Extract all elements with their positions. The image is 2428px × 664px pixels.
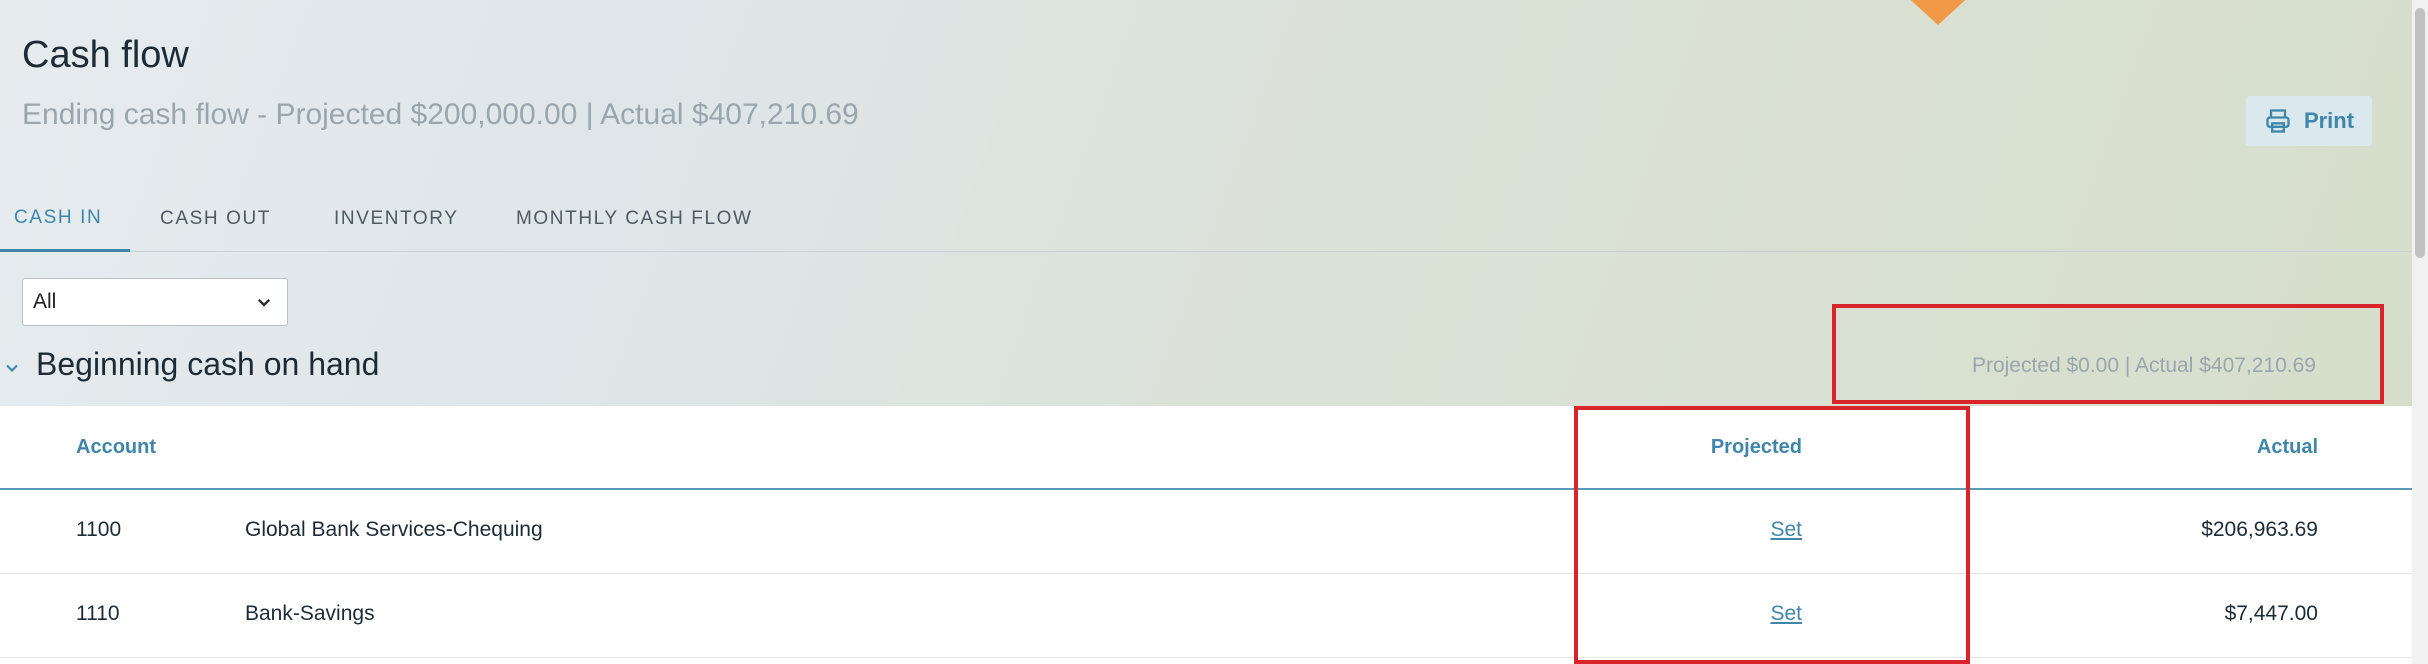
account-code: 1110 <box>76 602 120 625</box>
tab-monthly-cash-flow[interactable]: MONTHLY CASH FLOW <box>476 186 776 252</box>
section-title: Beginning cash on hand <box>36 346 380 382</box>
print-button[interactable]: Print <box>2246 96 2372 146</box>
header-actual: Actual <box>2256 436 2318 458</box>
table-row: 1100 Global Bank Services-Chequing Set $… <box>0 490 2412 574</box>
actual-amount: $7,447.00 <box>2224 602 2318 625</box>
table-row: 1110 Bank-Savings Set $7,447.00 <box>0 574 2412 658</box>
summary-highlight-box <box>1832 304 2384 404</box>
header-account: Account <box>76 436 156 458</box>
account-name: Bank-Savings <box>245 602 375 625</box>
ending-cash-flow-summary: Ending cash flow - Projected $200,000.00… <box>22 98 859 131</box>
printer-icon <box>2266 109 2290 133</box>
actual-amount: $206,963.69 <box>2201 518 2318 541</box>
tab-cash-out[interactable]: CASH OUT <box>130 186 294 252</box>
projected-column-highlight-box <box>1574 406 1970 664</box>
collapse-chevron-icon[interactable] <box>2 358 22 378</box>
accounts-table: Account Projected Actual 1100 Global Ban… <box>0 406 2412 658</box>
tab-cash-in[interactable]: CASH IN <box>0 186 130 252</box>
filter-select[interactable]: All <box>22 278 288 326</box>
print-button-label: Print <box>2303 108 2355 133</box>
tab-bar: CASH IN CASH OUT INVENTORY MONTHLY CASH … <box>0 186 2412 252</box>
account-name: Global Bank Services-Chequing <box>245 518 543 541</box>
chevron-down-icon <box>257 298 271 307</box>
vertical-scrollbar[interactable] <box>2412 0 2428 664</box>
table-header: Account Projected Actual <box>0 406 2412 490</box>
scrollbar-thumb[interactable] <box>2415 8 2425 258</box>
tab-inventory[interactable]: INVENTORY <box>294 186 476 252</box>
account-code: 1100 <box>76 518 122 541</box>
filter-select-value: All <box>33 290 57 313</box>
page-title: Cash flow <box>22 34 189 76</box>
